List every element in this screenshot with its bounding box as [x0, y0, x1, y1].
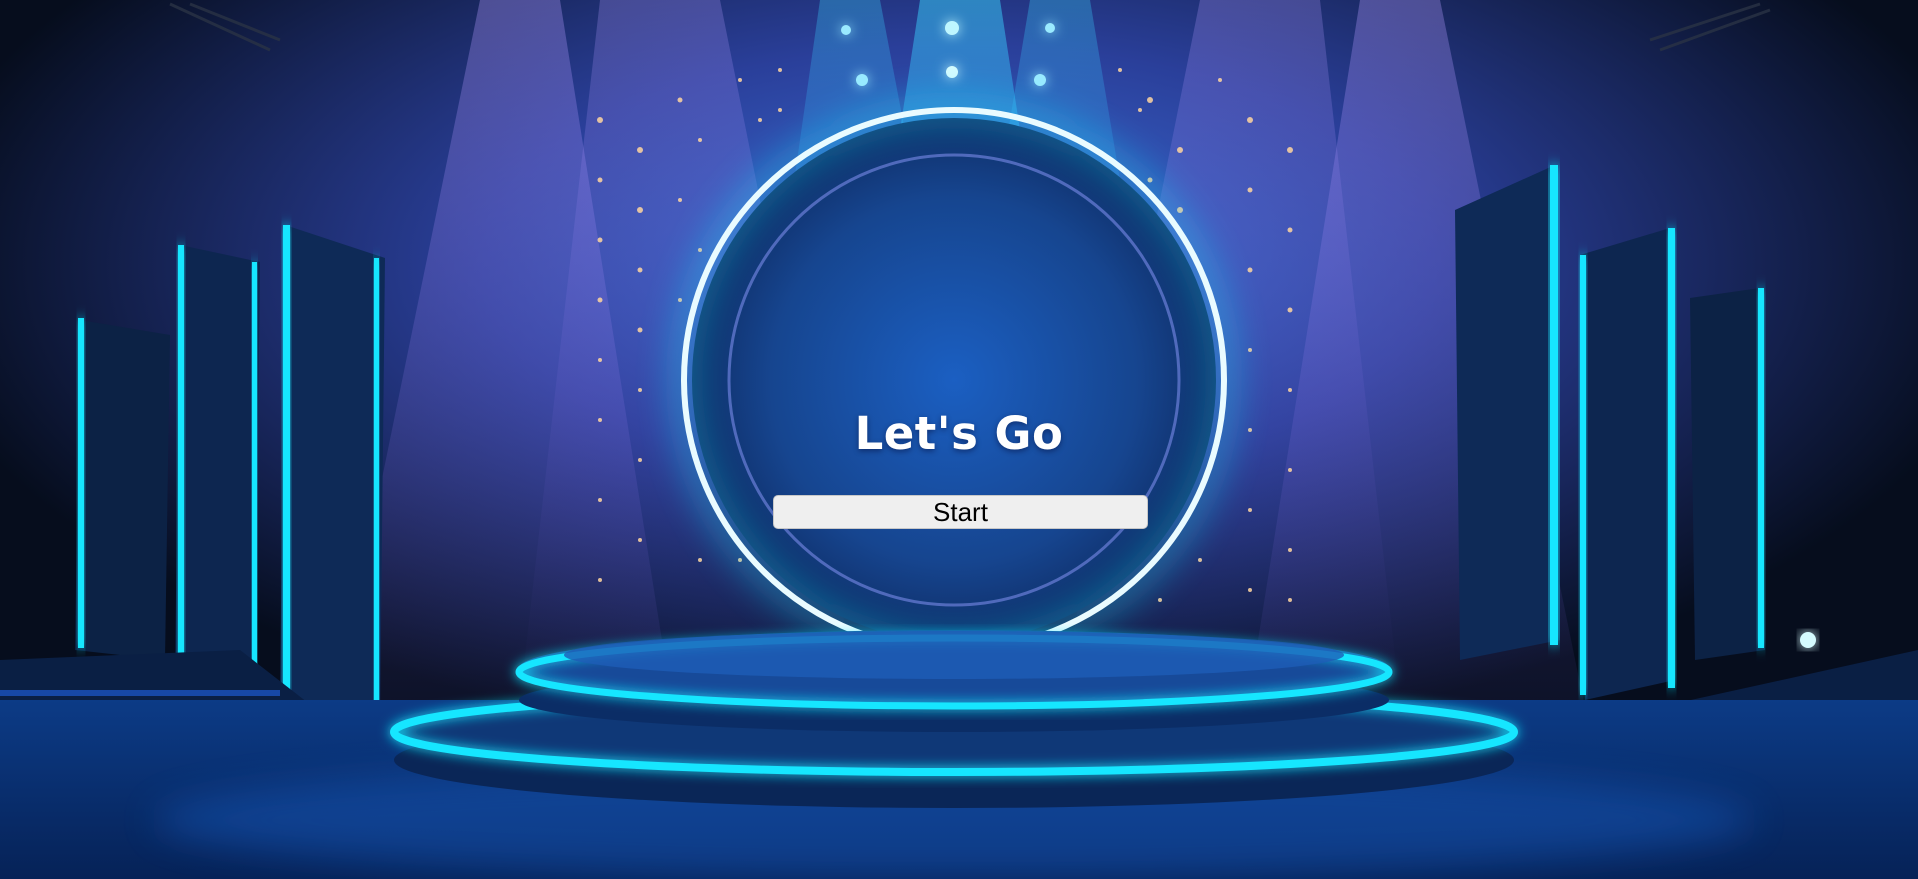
- game-title: Let's Go: [854, 407, 1064, 460]
- game-start-screen: Let's Go Start: [0, 0, 1918, 879]
- start-button[interactable]: Start: [773, 495, 1148, 529]
